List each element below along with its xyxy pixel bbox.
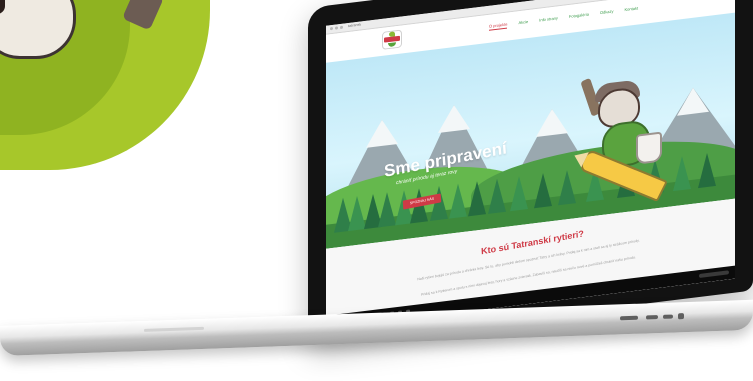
- browser-minimize-dot[interactable]: [335, 26, 338, 30]
- audio-port: [678, 313, 684, 320]
- pine-tree: [378, 191, 396, 228]
- browser-close-dot[interactable]: [330, 26, 333, 31]
- nav-item-fotogaleria[interactable]: Fotogaléria: [569, 12, 589, 19]
- pine-tree: [534, 172, 552, 209]
- hdmi-port: [663, 314, 673, 319]
- browser-tab-title[interactable]: tatransk: [348, 22, 361, 28]
- nav-item-akcie[interactable]: Akcie: [518, 19, 528, 25]
- pine-tree: [510, 174, 528, 212]
- site-logo[interactable]: [382, 29, 402, 50]
- laptop-mockup: tatransk × O projekte Akcie Info strany …: [0, 0, 753, 381]
- pine-tree: [488, 177, 506, 214]
- pine-tree: [468, 180, 486, 217]
- browser-window-controls: [330, 25, 343, 31]
- nav-item-kontakt[interactable]: Kontakt: [625, 5, 639, 12]
- laptop-screen-bezel: tatransk × O projekte Akcie Info strany …: [308, 0, 753, 345]
- browser-maximize-dot[interactable]: [340, 25, 343, 30]
- laptop-opening-notch: [144, 326, 204, 332]
- usb-port: [620, 315, 638, 321]
- nav-item-info-strany[interactable]: Info strany: [539, 15, 558, 22]
- shield-icon: [636, 131, 662, 165]
- system-tray[interactable]: [699, 270, 729, 278]
- nav-item-odkazy[interactable]: Odkazy: [600, 8, 614, 15]
- corner-cat-mouth: [0, 0, 5, 14]
- pine-tree: [698, 151, 716, 189]
- logo-shield: [388, 42, 396, 48]
- pine-tree: [449, 182, 467, 219]
- usb-port: [646, 315, 658, 320]
- nav-item-o-projekte[interactable]: O projekte: [489, 22, 507, 29]
- pine-tree: [558, 169, 576, 206]
- knight-cat-mascot: [578, 74, 676, 206]
- website-screen: tatransk × O projekte Akcie Info strany …: [326, 0, 735, 329]
- laptop-promo-scene: tatransk × O projekte Akcie Info strany …: [0, 0, 753, 381]
